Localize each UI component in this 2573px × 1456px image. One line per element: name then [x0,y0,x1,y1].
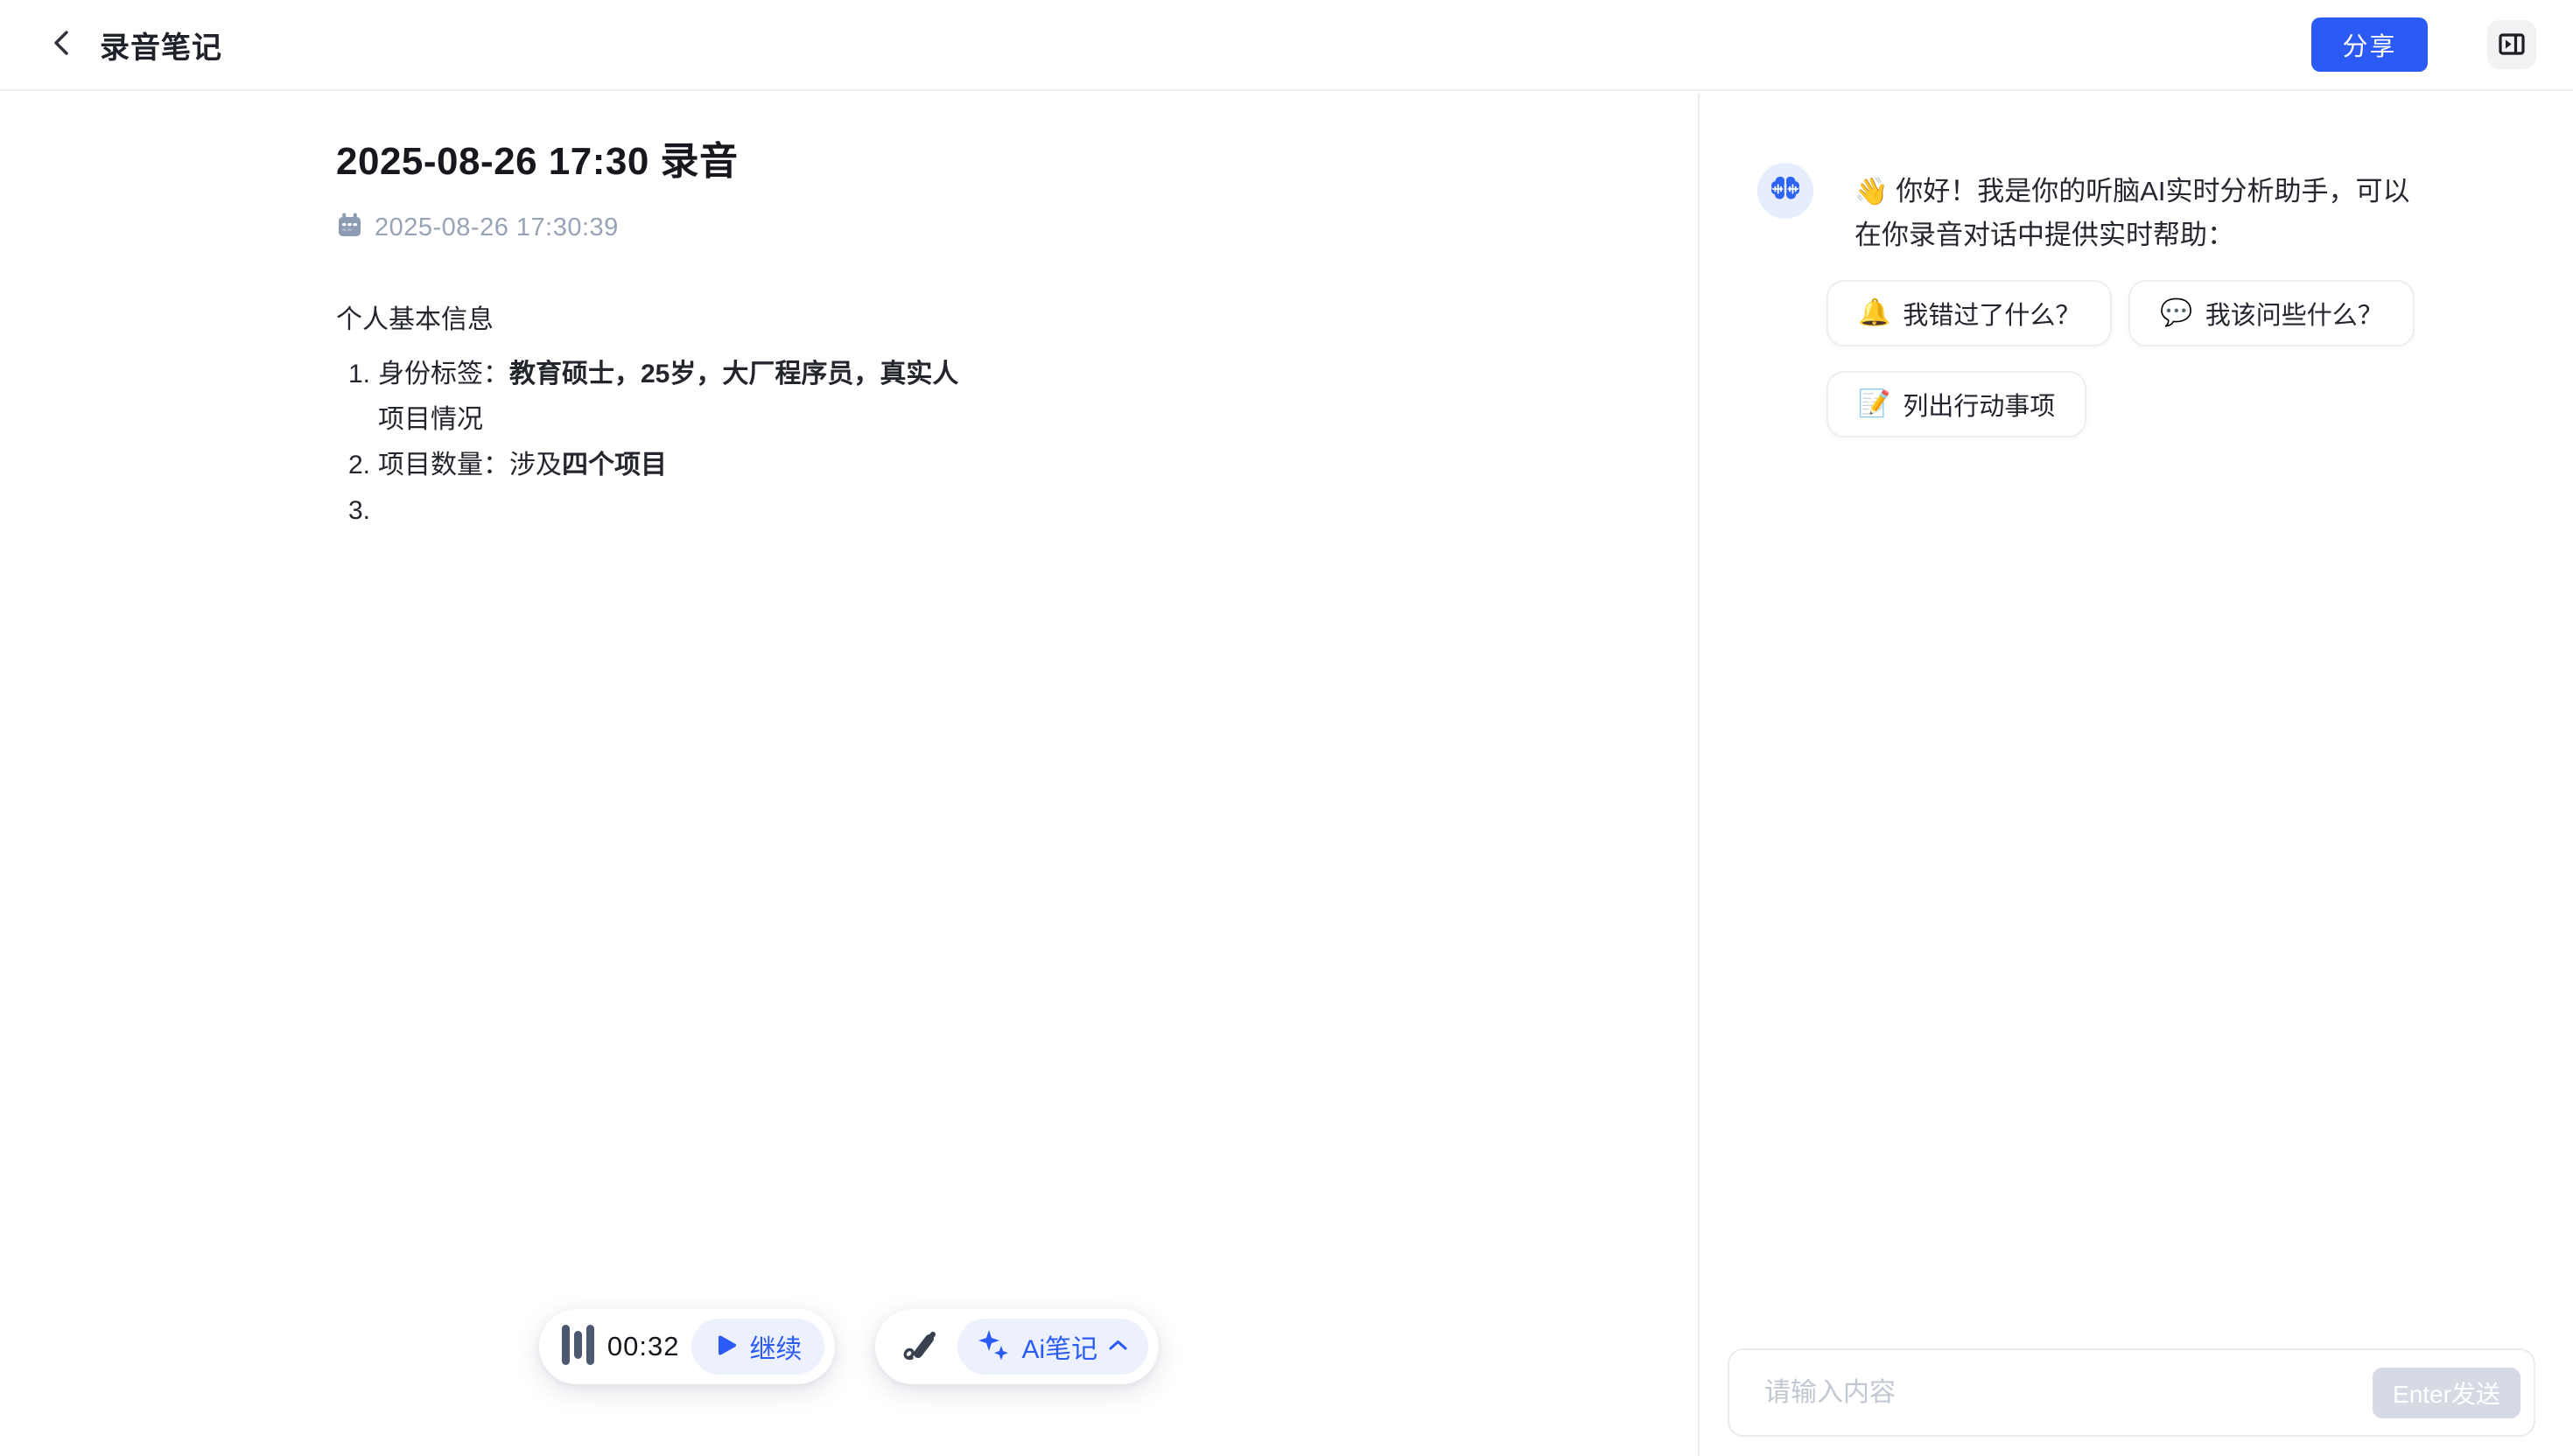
list-item: 3. [348,488,1369,534]
note-panel: 2025-08-26 17:30 录音 [0,93,1698,1456]
play-icon [714,1334,738,1360]
pen-icon [901,1326,941,1368]
suggestion-chips: 🔔 我错过了什么？ 💬 我该问些什么？ 📝 列出行动事项 [1826,280,2430,438]
list-number: 1. [348,352,378,443]
ai-notes-button[interactable]: Ai笔记 [957,1319,1148,1375]
recording-pill: 00:32 继续 [539,1309,836,1384]
recording-toolbar: 00:32 继续 [0,1309,1698,1384]
note-section-heading: 个人基本信息 [336,298,1369,343]
note-title: 2025-08-26 17:30 录音 [336,130,1369,186]
ai-notes-label: Ai笔记 [1021,1327,1097,1366]
list-item-text: 项目数量：涉及四个项目 [378,443,1369,488]
speech-balloon-icon: 💬 [2160,300,2192,326]
audio-bars-icon [562,1323,595,1371]
recording-time: 00:32 [607,1331,680,1362]
chevron-up-icon [1107,1338,1129,1355]
page-title: 录音笔记 [100,24,222,66]
list-item: 2. 项目数量：涉及四个项目 [348,443,1369,488]
panel-layout-icon [2496,28,2527,62]
handwriting-button[interactable] [898,1324,943,1369]
share-button[interactable]: 分享 [2311,18,2428,72]
ai-chat-panel: 👋 你好！我是你的听脑AI实时分析助手，可以在你录音对话中提供实时帮助： 🔔 我… [1698,93,2573,1456]
chip-what-did-i-miss[interactable]: 🔔 我错过了什么？ [1826,280,2112,346]
continue-recording-button[interactable]: 继续 [691,1319,824,1375]
calendar-icon [336,212,363,243]
list-item: 1. 身份标签：教育硕士，25岁，大厂程序员，真实人项目情况 [348,352,1369,443]
note-body: 个人基本信息 1. 身份标签：教育硕士，25岁，大厂程序员，真实人项目情况 2.… [336,298,1369,534]
note-timestamp: 2025-08-26 17:30:39 [375,214,619,242]
note-list: 1. 身份标签：教育硕士，25岁，大厂程序员，真实人项目情况 2. 项目数量：涉… [348,352,1369,534]
send-button[interactable]: Enter发送 [2373,1368,2520,1418]
chevron-left-icon [48,28,78,62]
brain-icon [1767,171,1804,212]
toggle-sidebar-button[interactable] [2487,20,2536,69]
ai-welcome-message: 👋 你好！我是你的听脑AI实时分析助手，可以在你录音对话中提供实时帮助： [1854,170,2423,257]
list-item-text: 身份标签：教育硕士，25岁，大厂程序员，真实人项目情况 [378,352,1369,443]
app-window: 录音笔记 分享 2025-08-26 17:30 录音 [0,0,2573,1456]
list-number: 3. [348,488,378,534]
chip-what-should-i-ask[interactable]: 💬 我该问些什么？ [2128,280,2414,346]
list-number: 2. [348,443,378,488]
top-bar: 录音笔记 分享 [0,0,2573,91]
chat-input-box: Enter发送 [1728,1348,2535,1437]
bell-icon: 🔔 [1858,300,1890,326]
memo-icon: 📝 [1858,391,1890,417]
continue-label: 继续 [749,1327,802,1366]
back-button[interactable] [39,20,88,69]
sparkles-icon [977,1328,1012,1366]
ai-avatar [1757,163,1813,219]
chip-list-action-items[interactable]: 📝 列出行动事项 [1826,371,2086,438]
list-item-text [378,488,1369,534]
note-date-row: 2025-08-26 17:30:39 [336,212,1369,243]
ai-tools-pill: Ai笔记 [875,1309,1159,1384]
